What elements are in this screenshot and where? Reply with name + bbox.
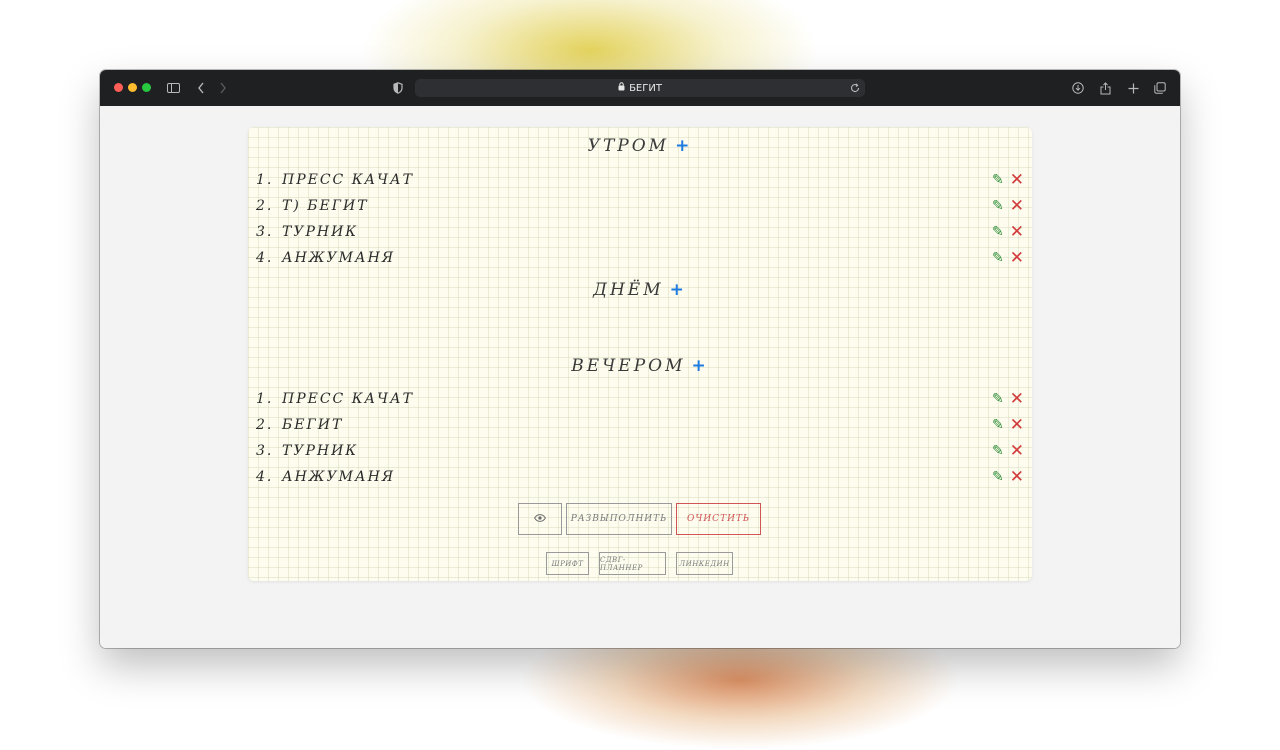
delete-icon[interactable]: ✕	[1010, 222, 1026, 242]
font-button[interactable]: ШРИФТ	[546, 552, 589, 575]
uncomplete-all-button[interactable]: РАЗВЫПОЛНИТЬ	[566, 503, 672, 535]
add-morning-task-button[interactable]: +	[675, 136, 692, 156]
list-item[interactable]: 1. ПРЕСС КАЧАТ ✎ ✕	[256, 168, 1026, 192]
delete-icon[interactable]: ✕	[1010, 170, 1026, 190]
task-number: 2.	[256, 417, 274, 433]
task-number: 3.	[256, 224, 274, 240]
edit-pencil-icon[interactable]: ✎	[992, 198, 1006, 214]
task-text: ПРЕСС КАЧАТ	[282, 172, 414, 188]
task-text: БЕГИТ	[282, 417, 344, 433]
close-window-button[interactable]	[114, 83, 123, 92]
task-number: 1.	[256, 391, 274, 407]
traffic-lights	[114, 83, 151, 92]
page-content: УТРОМ + 1. ПРЕСС КАЧАТ ✎ ✕ 2. Т) БЕГИТ ✎ …	[100, 106, 1180, 648]
task-actions: ✎ ✕	[992, 170, 1026, 190]
toggle-visibility-button[interactable]	[518, 503, 562, 535]
clear-all-button[interactable]: ОЧИСТИТЬ	[676, 503, 761, 535]
add-evening-task-button[interactable]: +	[691, 356, 708, 376]
task-actions: ✎ ✕	[992, 248, 1026, 268]
zoom-window-button[interactable]	[142, 83, 151, 92]
section-title-morning: УТРОМ +	[248, 136, 1032, 156]
list-item[interactable]: 4. АНЖУМАНЯ ✎ ✕	[256, 465, 1026, 489]
delete-icon[interactable]: ✕	[1010, 441, 1026, 461]
share-icon[interactable]	[1096, 79, 1114, 97]
edit-pencil-icon[interactable]: ✎	[992, 224, 1006, 240]
planner-sheet: УТРОМ + 1. ПРЕСС КАЧАТ ✎ ✕ 2. Т) БЕГИТ ✎ …	[248, 127, 1032, 581]
section-title-text: УТРОМ	[587, 136, 670, 156]
add-day-task-button[interactable]: +	[670, 280, 687, 300]
list-item[interactable]: 2. БЕГИТ ✎ ✕	[256, 413, 1026, 437]
edit-pencil-icon[interactable]: ✎	[992, 250, 1006, 266]
task-text: АНЖУМАНЯ	[282, 250, 396, 266]
linkedin-link[interactable]: ЛИНКЕДИН	[676, 552, 733, 575]
minimize-window-button[interactable]	[128, 83, 137, 92]
edit-pencil-icon[interactable]: ✎	[992, 172, 1006, 188]
task-number: 1.	[256, 172, 274, 188]
task-number: 3.	[256, 443, 274, 459]
section-title-day: ДНЁМ +	[248, 280, 1032, 300]
list-item[interactable]: 4. АНЖУМАНЯ ✎ ✕	[256, 246, 1026, 270]
delete-icon[interactable]: ✕	[1010, 196, 1026, 216]
task-actions: ✎ ✕	[992, 467, 1026, 487]
back-icon[interactable]	[192, 79, 210, 97]
task-number: 4.	[256, 250, 274, 266]
task-text: ТУРНИК	[282, 224, 359, 240]
new-tab-icon[interactable]	[1124, 79, 1142, 97]
list-item[interactable]: 1. ПРЕСС КАЧАТ ✎ ✕	[256, 387, 1026, 411]
delete-icon[interactable]: ✕	[1010, 389, 1026, 409]
address-text: БЕГИТ	[629, 82, 662, 94]
privacy-shield-icon[interactable]	[389, 79, 407, 97]
browser-toolbar: БЕГИТ	[100, 70, 1180, 106]
task-actions: ✎ ✕	[992, 389, 1026, 409]
task-number: 4.	[256, 469, 274, 485]
downloads-icon[interactable]	[1069, 79, 1087, 97]
list-item[interactable]: 3. ТУРНИК ✎ ✕	[256, 439, 1026, 463]
delete-icon[interactable]: ✕	[1010, 467, 1026, 487]
address-bar[interactable]: БЕГИТ	[415, 79, 865, 97]
task-actions: ✎ ✕	[992, 441, 1026, 461]
task-actions: ✎ ✕	[992, 222, 1026, 242]
edit-pencil-icon[interactable]: ✎	[992, 443, 1006, 459]
list-item[interactable]: 2. Т) БЕГИТ ✎ ✕	[256, 194, 1026, 218]
eye-icon	[534, 513, 546, 525]
tab-overview-icon[interactable]	[1151, 79, 1169, 97]
delete-icon[interactable]: ✕	[1010, 248, 1026, 268]
edit-pencil-icon[interactable]: ✎	[992, 417, 1006, 433]
task-text: ТУРНИК	[282, 443, 359, 459]
task-text: ПРЕСС КАЧАТ	[282, 391, 414, 407]
list-item[interactable]: 3. ТУРНИК ✎ ✕	[256, 220, 1026, 244]
forward-icon[interactable]	[214, 79, 232, 97]
edit-pencil-icon[interactable]: ✎	[992, 391, 1006, 407]
browser-window: БЕГИТ УТРОМ + 1. ПРЕСС КАЧАТ ✎ ✕ 2. Т) Б…	[100, 70, 1180, 648]
sidebar-icon[interactable]	[164, 79, 182, 97]
section-title-text: ДНЁМ	[593, 280, 664, 300]
task-actions: ✎ ✕	[992, 415, 1026, 435]
delete-icon[interactable]: ✕	[1010, 415, 1026, 435]
task-text: Т) БЕГИТ	[282, 198, 369, 214]
reload-icon[interactable]	[846, 79, 864, 97]
planner-link[interactable]: СДВГ-ПЛАННЕР	[599, 552, 666, 575]
task-text: АНЖУМАНЯ	[282, 469, 396, 485]
task-actions: ✎ ✕	[992, 196, 1026, 216]
lock-icon	[618, 82, 625, 94]
edit-pencil-icon[interactable]: ✎	[992, 469, 1006, 485]
task-number: 2.	[256, 198, 274, 214]
section-title-evening: ВЕЧЕРОМ +	[248, 356, 1032, 376]
section-title-text: ВЕЧЕРОМ	[571, 356, 686, 376]
